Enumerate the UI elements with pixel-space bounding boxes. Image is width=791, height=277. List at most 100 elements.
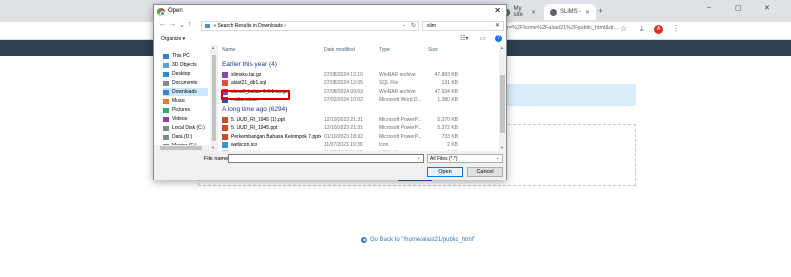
dialog-address-bar[interactable]: « Search Results in Downloads › ⌄ ↻ <box>201 21 419 31</box>
file-name: webicon.ico <box>231 141 258 148</box>
file-icon <box>222 117 228 123</box>
file-date: 27/08/2024 12:05 <box>324 80 363 87</box>
file-name: slimsku.tar.gz <box>231 72 262 78</box>
sidebar-item-label: Data (D:) <box>172 134 193 140</box>
file-name: Perkembangan Bahasa Kelompok 7.pptx <box>231 133 321 140</box>
column-header-type[interactable]: Type <box>379 47 390 53</box>
file-list-scrollbar[interactable]: ▲ ▼ <box>499 45 506 151</box>
open-button[interactable]: Open <box>427 167 463 177</box>
file-row[interactable]: slimsku.tar.gz 27/08/2024 12:10 WinRAR arc… <box>219 71 499 79</box>
chrome-icon <box>157 8 165 16</box>
file-type-select[interactable]: All Files (*.*) ⌄ <box>427 154 503 163</box>
sidebar-item[interactable]: Desktop <box>163 70 208 78</box>
file-size: 131 KB <box>441 80 458 87</box>
location-icon <box>163 116 169 122</box>
organize-menu[interactable]: Organize ▾ <box>161 36 185 42</box>
scroll-thumb[interactable] <box>160 146 202 150</box>
new-tab-button[interactable]: + <box>598 6 603 16</box>
sidebar-item[interactable]: Documents <box>163 79 208 87</box>
file-name-label: File name: <box>204 156 230 162</box>
scroll-thumb[interactable] <box>500 75 505 133</box>
file-date: 12/10/2023 21:31 <box>324 117 363 123</box>
bookmark-star-icon[interactable]: ☆ <box>620 24 627 33</box>
browser-url[interactable]: r=%2Fhome%2Falast21%2Fpublic_html&dr... <box>507 25 618 31</box>
scroll-down-icon[interactable]: ▼ <box>500 145 504 150</box>
file-row[interactable]: 5. UUD_RI_1945.ppt 12/10/2023 21:31 Micros… <box>219 124 499 132</box>
file-type: Microsoft Word D... <box>379 96 422 103</box>
window-close-button[interactable]: ✕ <box>764 4 770 12</box>
file-row[interactable]: 5. UUD_RI_1945 (1).ppt 12/10/2023 21:31 Mi… <box>219 116 499 124</box>
file-type: Icon <box>379 141 389 148</box>
back-button[interactable]: ← <box>159 21 166 28</box>
breadcrumb: « Search Results in Downloads › <box>205 23 286 29</box>
up-folder-button[interactable]: ↑ <box>188 21 192 28</box>
sidebar-item[interactable]: This PC <box>163 52 208 60</box>
sidebar-item-label: Music <box>172 98 186 104</box>
sidebar-item[interactable]: 3D Objects <box>163 61 208 69</box>
dialog-close-button[interactable]: ✕ <box>494 6 501 15</box>
profile-avatar[interactable]: A <box>654 25 663 34</box>
go-back-link[interactable]: ◀ Go Back to "/home/alast21/public_html" <box>361 237 475 243</box>
file-row[interactable]: webicon.ico 11/07/2023 10:39 Icon 2 KB <box>219 141 499 149</box>
forward-button[interactable]: → <box>169 21 176 28</box>
maximize-button[interactable]: ▢ <box>735 4 742 12</box>
file-name: alast21_db1.sql <box>231 80 267 87</box>
dialog-nav-row: ← → ⌄ ↑ « Search Results in Downloads › … <box>154 19 506 33</box>
column-header-date[interactable]: Date modified <box>324 47 355 53</box>
file-name-input[interactable]: ⌄ <box>228 154 424 163</box>
chevron-down-icon[interactable]: ⌄ <box>496 155 500 161</box>
file-icon <box>222 125 228 132</box>
location-icon <box>163 80 169 86</box>
group-header[interactable]: A long time ago (6294) <box>222 106 287 113</box>
folder-icon <box>205 23 210 28</box>
location-icon <box>163 134 169 140</box>
sidebar-item[interactable]: Data (D:) <box>163 133 208 141</box>
location-icon <box>163 62 169 68</box>
column-header-size[interactable]: Size <box>428 47 438 53</box>
recent-locations-button[interactable]: ⌄ <box>179 21 185 29</box>
clear-search-icon[interactable]: ✕ <box>495 22 500 29</box>
dialog-footer: File name: ⌄ All Files (*.*) ⌄ Open Canc… <box>154 151 506 180</box>
scroll-up-icon[interactable]: ▲ <box>500 45 504 50</box>
refresh-icon[interactable]: ↻ <box>411 22 416 29</box>
sidebar-item-label: Videos <box>172 116 188 122</box>
search-input[interactable]: slim ✕ <box>422 21 504 31</box>
sidebar-item[interactable]: Local Disk (C:) <box>163 124 208 132</box>
sidebar-item[interactable]: Music <box>163 97 208 105</box>
scroll-down-icon[interactable]: ▼ <box>211 145 215 150</box>
file-row[interactable]: alast21_db1.sql 27/08/2024 12:05 SQL File 1… <box>219 79 499 87</box>
breadcrumb-path[interactable]: Search Results in Downloads <box>218 23 283 29</box>
sidebar-item[interactable]: Pictures <box>163 106 208 114</box>
minimize-button[interactable]: – <box>707 4 711 11</box>
nav-pane-scrollbar[interactable]: ▲ ▼ <box>210 45 218 151</box>
file-date: 27/08/2024 12:10 <box>324 72 363 78</box>
file-type-value: All Files (*.*) <box>430 156 458 162</box>
chevron-down-icon[interactable]: ⌄ <box>402 22 406 28</box>
help-icon[interactable]: ? <box>495 35 502 42</box>
download-icon[interactable]: ⤓ <box>640 24 644 34</box>
browser-tab-slims[interactable]: SLiMS - ✕ <box>544 4 596 20</box>
sidebar-item-label: 3D Objects <box>172 62 197 68</box>
file-icon <box>222 141 228 148</box>
preview-pane-icon[interactable]: ▭ <box>480 35 486 42</box>
sidebar-item[interactable]: Videos <box>163 115 208 123</box>
sidebar-item-label: Downloads <box>172 89 197 95</box>
scroll-up-icon[interactable]: ▲ <box>211 45 215 50</box>
browser-menu-icon[interactable]: ⋮ <box>672 24 680 33</box>
location-icon <box>163 71 169 77</box>
file-name: 5. UUD_RI_1945.ppt <box>231 125 278 132</box>
file-row[interactable]: Perkembangan Bahasa Kelompok 7.pptx 01/10… <box>219 133 499 141</box>
group-header[interactable]: Earlier this year (4) <box>222 61 277 68</box>
cancel-button[interactable]: Cancel <box>467 167 503 177</box>
view-options-icon[interactable]: ☷▾ <box>460 35 468 42</box>
breadcrumb-sep: › <box>284 23 286 29</box>
close-tab-icon[interactable]: ✕ <box>585 9 590 16</box>
chevron-down-icon[interactable]: ⌄ <box>417 155 421 161</box>
column-header-name[interactable]: Name <box>222 47 235 53</box>
file-type: Microsoft PowerP... <box>379 125 422 132</box>
sidebar-item[interactable]: Downloads <box>163 88 208 96</box>
scroll-thumb[interactable] <box>212 55 216 141</box>
close-tab-icon[interactable]: ✕ <box>531 9 536 16</box>
file-size: 2 KB <box>447 141 458 148</box>
file-size: 5.370 KB <box>437 117 458 123</box>
